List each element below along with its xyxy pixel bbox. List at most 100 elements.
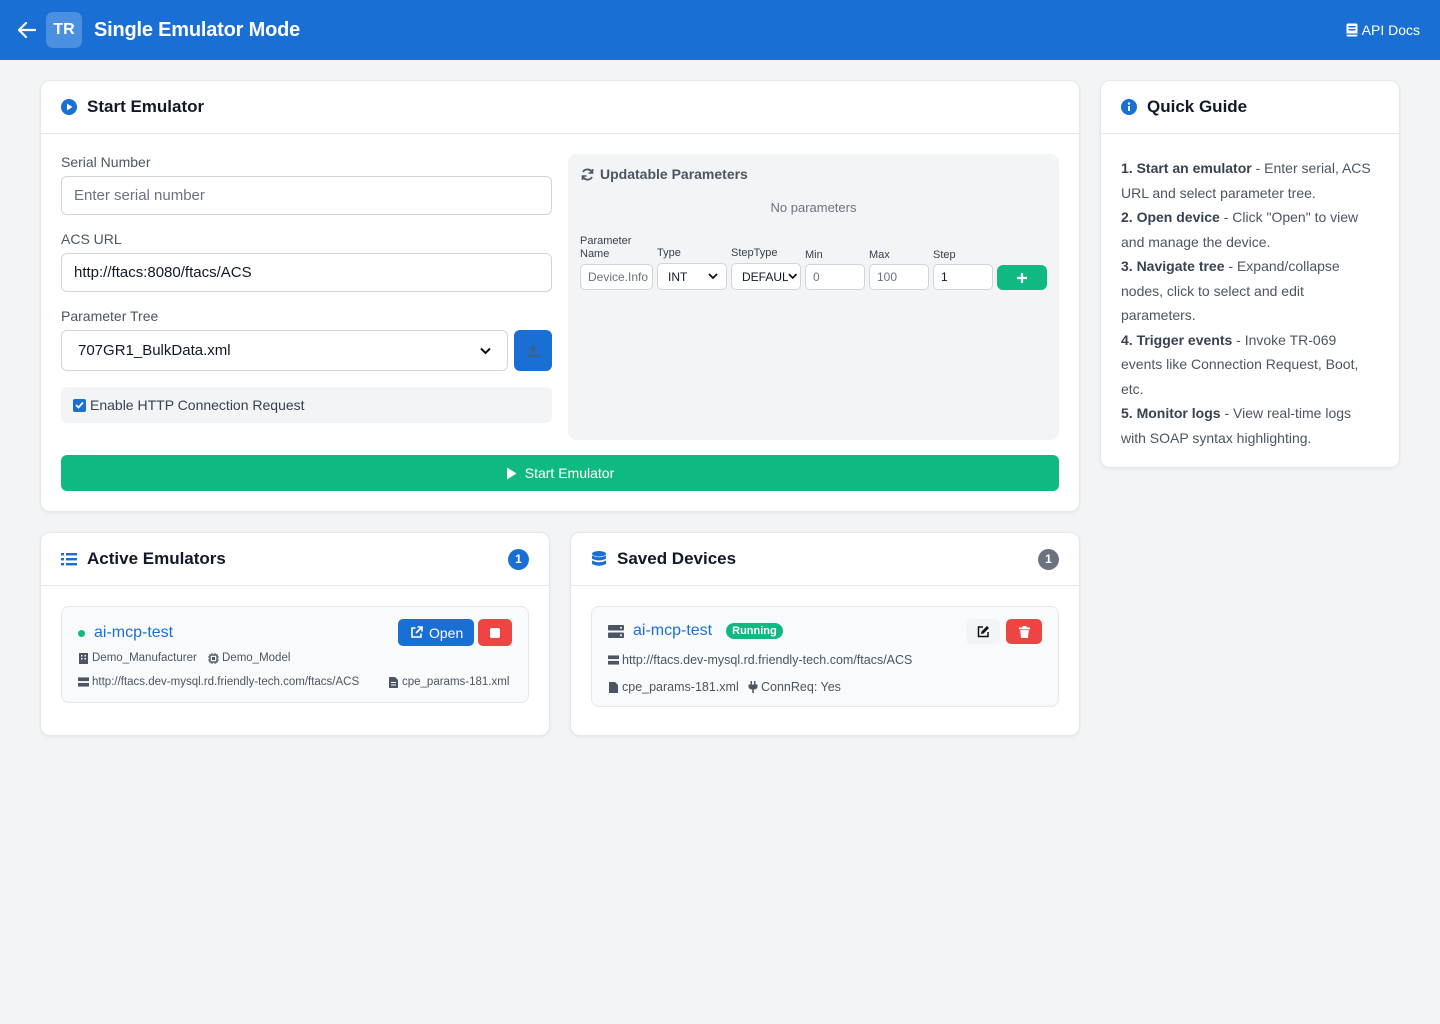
chevron-down-icon — [787, 273, 797, 280]
manufacturer-meta: Demo_Manufacturer — [78, 652, 197, 664]
guide-step: 2. Open device - Click "Open" to view an… — [1121, 205, 1379, 254]
upload-tree-button[interactable] — [514, 330, 552, 371]
start-emulator-button[interactable]: Start Emulator — [61, 455, 1059, 491]
param-steptype-label: StepType — [731, 247, 778, 259]
upload-icon — [527, 344, 539, 357]
acs-url-text: http://ftacs.dev-mysql.rd.friendly-tech.… — [92, 676, 360, 688]
info-circle-icon — [1121, 99, 1137, 115]
trash-icon — [1018, 625, 1030, 638]
start-emulator-title: Start Emulator — [87, 97, 205, 116]
no-parameters-text: No parameters — [770, 200, 857, 215]
play-icon — [506, 467, 517, 479]
saved-device-name[interactable]: ai-mcp-test Running — [608, 622, 783, 640]
acs-url-label: ACS URL — [61, 231, 122, 247]
guide-step-title: 4. Trigger events — [1121, 331, 1233, 348]
parameter-tree-value: 707GR1_BulkData.xml — [78, 342, 231, 359]
check-icon — [75, 401, 84, 409]
delete-device-button[interactable] — [1006, 619, 1042, 644]
params-file-meta: cpe_params-181.xml — [388, 676, 509, 688]
guide-step-title: 2. Open device — [1121, 209, 1220, 225]
conn-req-meta: ConnReq: Yes — [747, 680, 841, 694]
active-emulator-name[interactable]: ai-mcp-test — [78, 624, 173, 642]
plus-icon — [1017, 272, 1027, 283]
chip-icon — [208, 652, 219, 664]
server-icon — [608, 624, 624, 638]
saved-device-item: ai-mcp-test Running http://ftacs.dev-mys… — [591, 606, 1059, 707]
plug-icon — [747, 681, 758, 693]
guide-step-title: 5. Monitor logs — [1121, 405, 1221, 421]
file-icon — [388, 676, 399, 688]
param-type-value: INT — [668, 269, 688, 284]
app-logo: TR — [46, 12, 82, 48]
stop-emulator-button[interactable] — [478, 619, 512, 646]
param-min-input[interactable]: 0 — [805, 264, 865, 290]
external-link-icon — [411, 626, 423, 638]
updatable-parameters-header: Updatable Parameters — [581, 166, 748, 182]
server-icon — [608, 655, 619, 666]
http-connection-checkbox[interactable] — [73, 398, 86, 412]
params-file-text: cpe_params-181.xml — [402, 676, 510, 688]
saved-params-file-meta: cpe_params-181.xml — [608, 680, 739, 694]
model-text: Demo_Model — [222, 652, 291, 664]
updatable-parameters-panel: Updatable Parameters No parameters Param… — [568, 154, 1059, 440]
edit-device-button[interactable] — [966, 619, 1000, 644]
param-step-input[interactable]: 1 — [933, 264, 993, 290]
start-emulator-card: Start Emulator Serial Number ACS URL Par… — [40, 80, 1080, 512]
top-bar: TR Single Emulator Mode API Docs — [0, 0, 1440, 60]
open-emulator-label: Open — [429, 624, 464, 641]
guide-step-title: 1. Start an emulator — [1121, 160, 1252, 176]
api-docs-link[interactable]: API Docs — [1346, 22, 1420, 38]
saved-acs-url-text: http://ftacs.dev-mysql.rd.friendly-tech.… — [622, 653, 913, 667]
back-button[interactable] — [16, 19, 38, 41]
active-emulator-item: ai-mcp-test Open Demo_Manufacturer Demo_… — [61, 606, 529, 703]
guide-step: 4. Trigger events - Invoke TR-069 events… — [1121, 328, 1379, 402]
acs-url-input[interactable] — [61, 253, 552, 292]
guide-step: 3. Navigate tree - Expand/collapse nodes… — [1121, 254, 1379, 328]
param-type-select[interactable]: INT — [657, 263, 727, 290]
saved-params-file-text: cpe_params-181.xml — [622, 680, 739, 694]
guide-step: 1. Start an emulator - Enter serial, ACS… — [1121, 156, 1379, 205]
active-emulators-card: Active Emulators 1 ai-mcp-test Open Demo… — [40, 532, 550, 736]
sync-icon — [581, 168, 594, 180]
manufacturer-text: Demo_Manufacturer — [92, 652, 197, 664]
conn-req-text: ConnReq: Yes — [761, 680, 841, 694]
open-emulator-button[interactable]: Open — [398, 619, 475, 646]
serial-number-input[interactable] — [61, 176, 552, 215]
quick-guide-title: Quick Guide — [1147, 97, 1248, 116]
active-emulators-header: Active Emulators 1 — [41, 533, 549, 586]
param-min-label: Min — [805, 249, 823, 261]
play-circle-icon — [61, 99, 77, 115]
parameter-tree-select[interactable]: 707GR1_BulkData.xml — [61, 330, 508, 371]
saved-devices-card: Saved Devices 1 ai-mcp-test Running http… — [570, 532, 1080, 736]
param-name-label: Parameter Name — [580, 235, 632, 260]
edit-icon — [977, 626, 989, 638]
server-icon — [78, 677, 89, 688]
saved-device-name-text: ai-mcp-test — [633, 622, 713, 639]
http-connection-request-toggle[interactable]: Enable HTTP Connection Request — [61, 387, 552, 423]
model-meta: Demo_Model — [208, 652, 290, 664]
quick-guide-header: Quick Guide — [1101, 81, 1399, 134]
add-parameter-button[interactable] — [997, 265, 1047, 290]
status-dot — [78, 629, 85, 637]
saved-acs-url-meta: http://ftacs.dev-mysql.rd.friendly-tech.… — [608, 653, 912, 667]
saved-devices-title: Saved Devices — [617, 549, 737, 568]
database-icon — [591, 551, 607, 567]
arrow-left-icon — [18, 22, 36, 38]
guide-step-title: 3. Navigate tree — [1121, 258, 1225, 274]
start-emulator-button-label: Start Emulator — [524, 465, 615, 481]
param-name-input[interactable]: Device.Info — [580, 264, 653, 290]
param-max-label: Max — [869, 249, 890, 261]
active-emulators-count: 1 — [508, 548, 529, 570]
guide-step: 5. Monitor logs - View real-time logs wi… — [1121, 401, 1379, 450]
serial-number-label: Serial Number — [61, 154, 151, 170]
chevron-down-icon — [708, 273, 718, 280]
stop-icon — [490, 627, 500, 638]
param-max-input[interactable]: 100 — [869, 264, 929, 290]
page-title: Single Emulator Mode — [94, 18, 301, 41]
active-emulators-title: Active Emulators — [87, 549, 226, 568]
quick-guide-body: 1. Start an emulator - Enter serial, ACS… — [1101, 134, 1399, 450]
saved-devices-header: Saved Devices 1 — [571, 533, 1079, 586]
param-steptype-select[interactable]: DEFAULT — [731, 263, 801, 290]
list-icon — [61, 551, 77, 567]
saved-devices-count: 1 — [1038, 548, 1059, 570]
